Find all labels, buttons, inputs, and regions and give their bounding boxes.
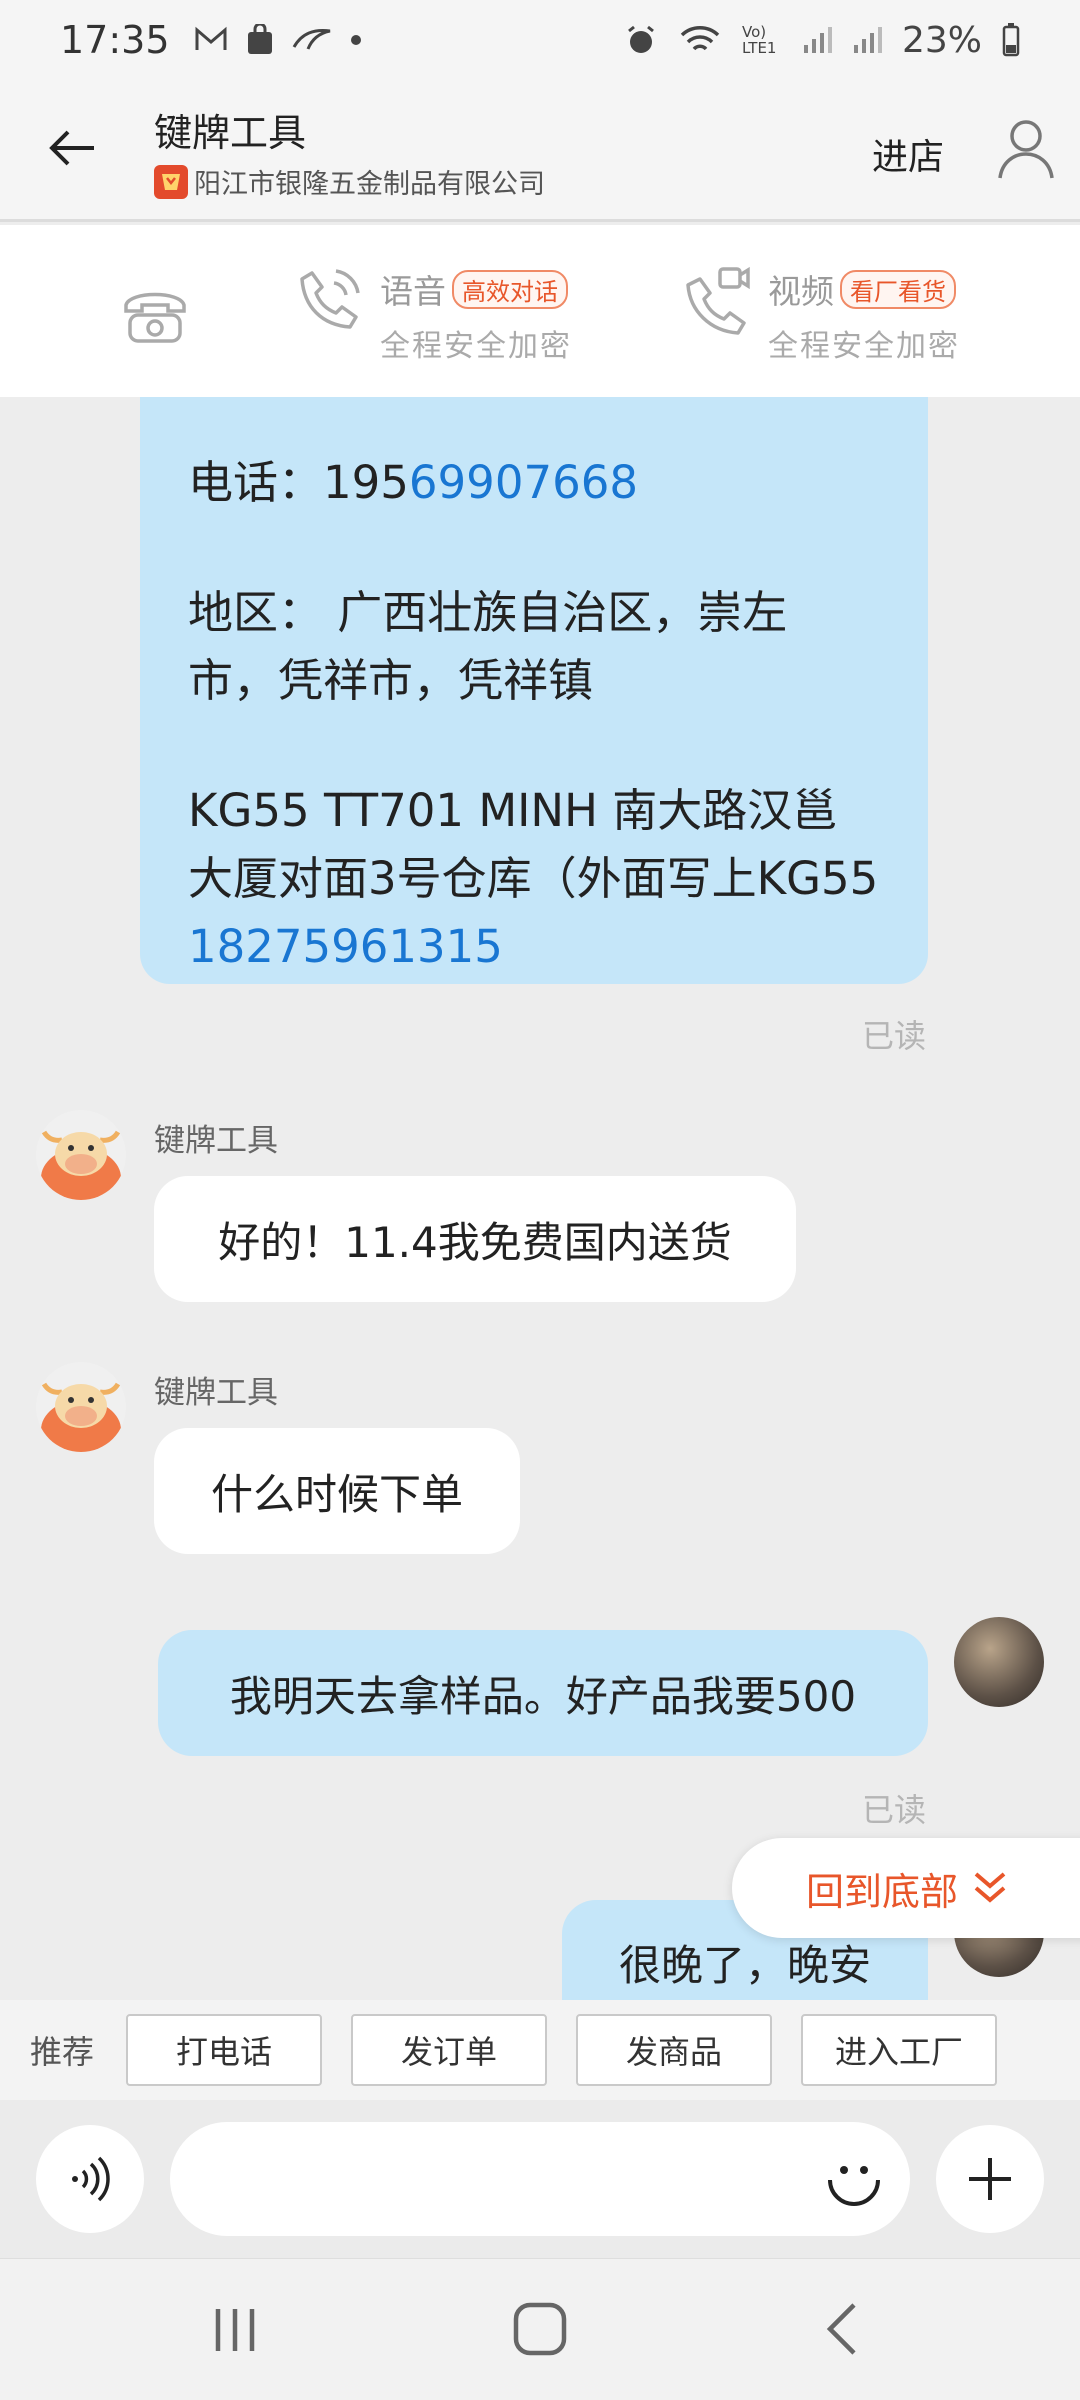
volte-icon: Vo) LTE1 bbox=[741, 23, 777, 57]
back-icon[interactable] bbox=[822, 2301, 862, 2357]
user-profile-icon[interactable] bbox=[996, 116, 1056, 180]
address-line-1: KG55 TT701 MINH 南大路汉邕 bbox=[188, 784, 838, 837]
phone-plain: 195 bbox=[323, 456, 409, 509]
region-line-1: 地区： 广西壮族自治区，崇左 bbox=[188, 586, 788, 639]
send-order-button[interactable]: 发订单 bbox=[351, 2014, 548, 2086]
mail-icon bbox=[195, 26, 227, 50]
recommend-bar: 推荐 打电话 发订单 发商品 进入工厂 bbox=[0, 2000, 1080, 2100]
input-bar bbox=[0, 2100, 1080, 2258]
send-product-button[interactable]: 发商品 bbox=[576, 2014, 773, 2086]
sender-name: 键牌工具 bbox=[154, 1375, 278, 1411]
address-message-bubble[interactable]: 电话：19569907668 地区： 广西壮族自治区，崇左 市，凭祥市，凭祥镇 … bbox=[140, 397, 928, 984]
signal-icon bbox=[803, 27, 832, 53]
phone-link[interactable]: 69907668 bbox=[409, 456, 638, 509]
video-tag: 看厂看货 bbox=[840, 269, 956, 309]
recent-apps-icon[interactable] bbox=[210, 2305, 260, 2355]
voice-sub: 全程安全加密 bbox=[380, 329, 572, 364]
seller-avatar[interactable] bbox=[36, 1110, 126, 1200]
address-phone-link[interactable]: 18275961315 bbox=[188, 913, 884, 981]
emoji-icon[interactable] bbox=[824, 2150, 884, 2210]
message-text: 好的！11.4我免费国内送货 bbox=[218, 1217, 732, 1267]
message-text: 什么时候下单 bbox=[210, 1469, 463, 1519]
back-arrow-icon[interactable] bbox=[44, 120, 100, 176]
message-bubble[interactable]: 好的！11.4我免费国内送货 bbox=[154, 1176, 796, 1302]
plus-button[interactable] bbox=[936, 2125, 1044, 2233]
video-sub: 全程安全加密 bbox=[768, 329, 960, 364]
dot-icon bbox=[350, 35, 361, 45]
message-bubble[interactable]: 什么时候下单 bbox=[154, 1428, 520, 1554]
cow-avatar-icon bbox=[41, 1130, 121, 1200]
message-bubble-own[interactable]: 我明天去拿样品。好产品我要500 bbox=[158, 1630, 928, 1756]
system-nav-bar bbox=[0, 2258, 1080, 2400]
message-text: 很晚了，晚安 bbox=[618, 1941, 871, 1990]
plus-icon bbox=[969, 2158, 1011, 2200]
message-text: 我明天去拿样品。好产品我要500 bbox=[229, 1671, 857, 1721]
status-time: 17:35 bbox=[60, 18, 170, 62]
shopping-bag-icon bbox=[247, 24, 272, 54]
region-line-2: 市，凭祥市，凭祥镇 bbox=[188, 654, 594, 707]
shop-badge-icon bbox=[154, 164, 188, 199]
chat-header: 键牌工具 阳江市银隆五金制品有限公司 进店 bbox=[0, 80, 1080, 222]
video-call-icon bbox=[686, 266, 750, 335]
company-subtitle[interactable]: 阳江市银隆五金制品有限公司 bbox=[154, 162, 545, 201]
call-bar: 语音 高效对话 全程安全加密 视频 看厂看货 全程安全加密 bbox=[0, 225, 1080, 397]
voice-tag: 高效对话 bbox=[452, 269, 568, 309]
battery-percent: 23% bbox=[901, 19, 982, 61]
signal-icon bbox=[853, 27, 882, 53]
video-label: 视频 bbox=[768, 272, 834, 311]
read-receipt: 已读 bbox=[862, 1791, 927, 1829]
enter-factory-button[interactable]: 进入工厂 bbox=[801, 2014, 998, 2086]
company-name: 阳江市银隆五金制品有限公司 bbox=[194, 169, 545, 200]
status-bar: 17:35 Vo) LTE1 23% bbox=[0, 0, 1080, 80]
double-chevron-down-icon bbox=[974, 1872, 1006, 1903]
voice-wave-icon bbox=[72, 2156, 110, 2202]
back-to-bottom-label: 回到底部 bbox=[806, 1869, 959, 1914]
wifi-icon bbox=[680, 26, 720, 51]
battery-icon bbox=[1002, 23, 1020, 57]
chat-area[interactable]: 电话：19569907668 地区： 广西壮族自治区，崇左 市，凭祥市，凭祥镇 … bbox=[0, 397, 1080, 2000]
call-shortcut-button[interactable]: 打电话 bbox=[126, 2014, 323, 2086]
bird-logo-icon bbox=[292, 29, 330, 50]
voice-input-button[interactable] bbox=[36, 2125, 144, 2233]
alarm-icon bbox=[628, 25, 654, 53]
seller-avatar[interactable] bbox=[36, 1362, 126, 1452]
recommend-label: 推荐 bbox=[30, 2033, 95, 2071]
chat-title: 键牌工具 bbox=[154, 111, 307, 155]
enter-shop-button[interactable]: 进店 bbox=[872, 128, 944, 180]
voice-call-button[interactable]: 语音 高效对话 全程安全加密 bbox=[294, 265, 572, 365]
message-input[interactable] bbox=[170, 2122, 910, 2236]
sender-name: 键牌工具 bbox=[154, 1123, 278, 1159]
back-to-bottom-button[interactable]: 回到底部 bbox=[732, 1838, 1080, 1938]
read-receipt: 已读 bbox=[862, 1017, 927, 1055]
phone-label: 电话： bbox=[188, 456, 324, 509]
cow-avatar-icon bbox=[41, 1382, 121, 1452]
home-icon[interactable] bbox=[512, 2301, 568, 2357]
telephone-icon[interactable] bbox=[120, 281, 190, 345]
user-avatar[interactable] bbox=[954, 1617, 1044, 1707]
video-call-button[interactable]: 视频 看厂看货 全程安全加密 bbox=[682, 265, 960, 365]
address-line-2: 大厦对面3号仓库（外面写上KG55 bbox=[188, 852, 879, 905]
voice-label: 语音 bbox=[380, 272, 446, 311]
phone-call-icon bbox=[300, 269, 360, 329]
